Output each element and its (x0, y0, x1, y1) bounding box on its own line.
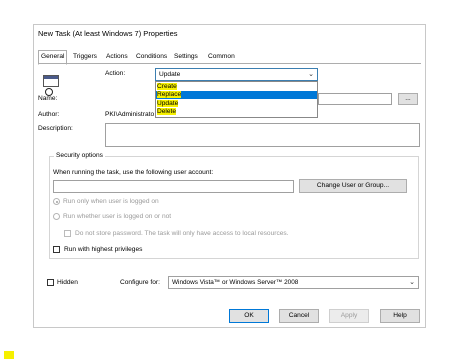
tab-actions[interactable]: Actions (104, 51, 130, 63)
configure-for-combobox[interactable]: Windows Vista™ or Windows Server™ 2008 ⌄ (168, 276, 419, 289)
chevron-down-icon: ⌄ (409, 279, 415, 286)
ok-button[interactable]: OK (229, 309, 269, 323)
tab-conditions[interactable]: Conditions (134, 51, 169, 63)
description-input[interactable] (105, 123, 420, 147)
task-window-icon (43, 75, 59, 87)
browse-button[interactable]: ... (398, 93, 418, 105)
security-options-title: Security options (54, 152, 105, 159)
action-value: Update (159, 71, 181, 78)
tab-triggers[interactable]: Triggers (71, 51, 99, 63)
author-label: Author: (38, 111, 60, 118)
properties-dialog: New Task (At least Windows 7) Properties… (33, 24, 426, 328)
configure-for-label: Configure for: (120, 279, 160, 286)
configure-for-value: Windows Vista™ or Windows Server™ 2008 (172, 279, 299, 286)
radio-whether-logged-on[interactable] (53, 213, 60, 220)
no-store-password-label: Do not store password. The task will onl… (75, 230, 289, 237)
action-label: Action: (105, 70, 126, 77)
window-title: New Task (At least Windows 7) Properties (38, 29, 178, 38)
action-option-update[interactable]: Update (156, 100, 317, 108)
account-prompt: When running the task, use the following… (53, 169, 214, 176)
hidden-label: Hidden (57, 279, 78, 286)
action-option-delete[interactable]: Delete (156, 108, 317, 116)
chevron-down-icon: ⌄ (308, 71, 314, 78)
radio-whether-label: Run whether user is logged on or not (63, 213, 172, 220)
tab-divider (38, 63, 421, 64)
highest-privileges-checkbox[interactable] (53, 246, 60, 253)
action-option-create[interactable]: Create (156, 83, 317, 91)
user-account-field[interactable] (53, 180, 294, 193)
radio-logged-on[interactable] (53, 198, 60, 205)
action-dropdown-list: Create Replace Update Delete (155, 81, 318, 118)
highlight-marker (4, 351, 14, 359)
name-label: Name: (38, 95, 58, 102)
action-option-replace[interactable]: Replace (156, 91, 317, 99)
hidden-checkbox[interactable] (47, 279, 54, 286)
name-input[interactable] (318, 93, 392, 105)
description-label: Description: (38, 125, 73, 132)
tab-common[interactable]: Common (206, 51, 237, 63)
action-combobox[interactable]: Update ⌄ (155, 68, 318, 81)
apply-button[interactable]: Apply (329, 309, 369, 323)
change-user-button[interactable]: Change User or Group... (299, 179, 407, 193)
radio-logged-on-label: Run only when user is logged on (63, 198, 159, 205)
tab-settings[interactable]: Settings (172, 51, 200, 63)
author-value: PKI\Administrato (105, 111, 155, 118)
highest-privileges-label: Run with highest privileges (64, 246, 143, 253)
cancel-button[interactable]: Cancel (279, 309, 319, 323)
help-button[interactable]: Help (380, 309, 420, 323)
no-store-password-checkbox[interactable] (64, 230, 71, 237)
